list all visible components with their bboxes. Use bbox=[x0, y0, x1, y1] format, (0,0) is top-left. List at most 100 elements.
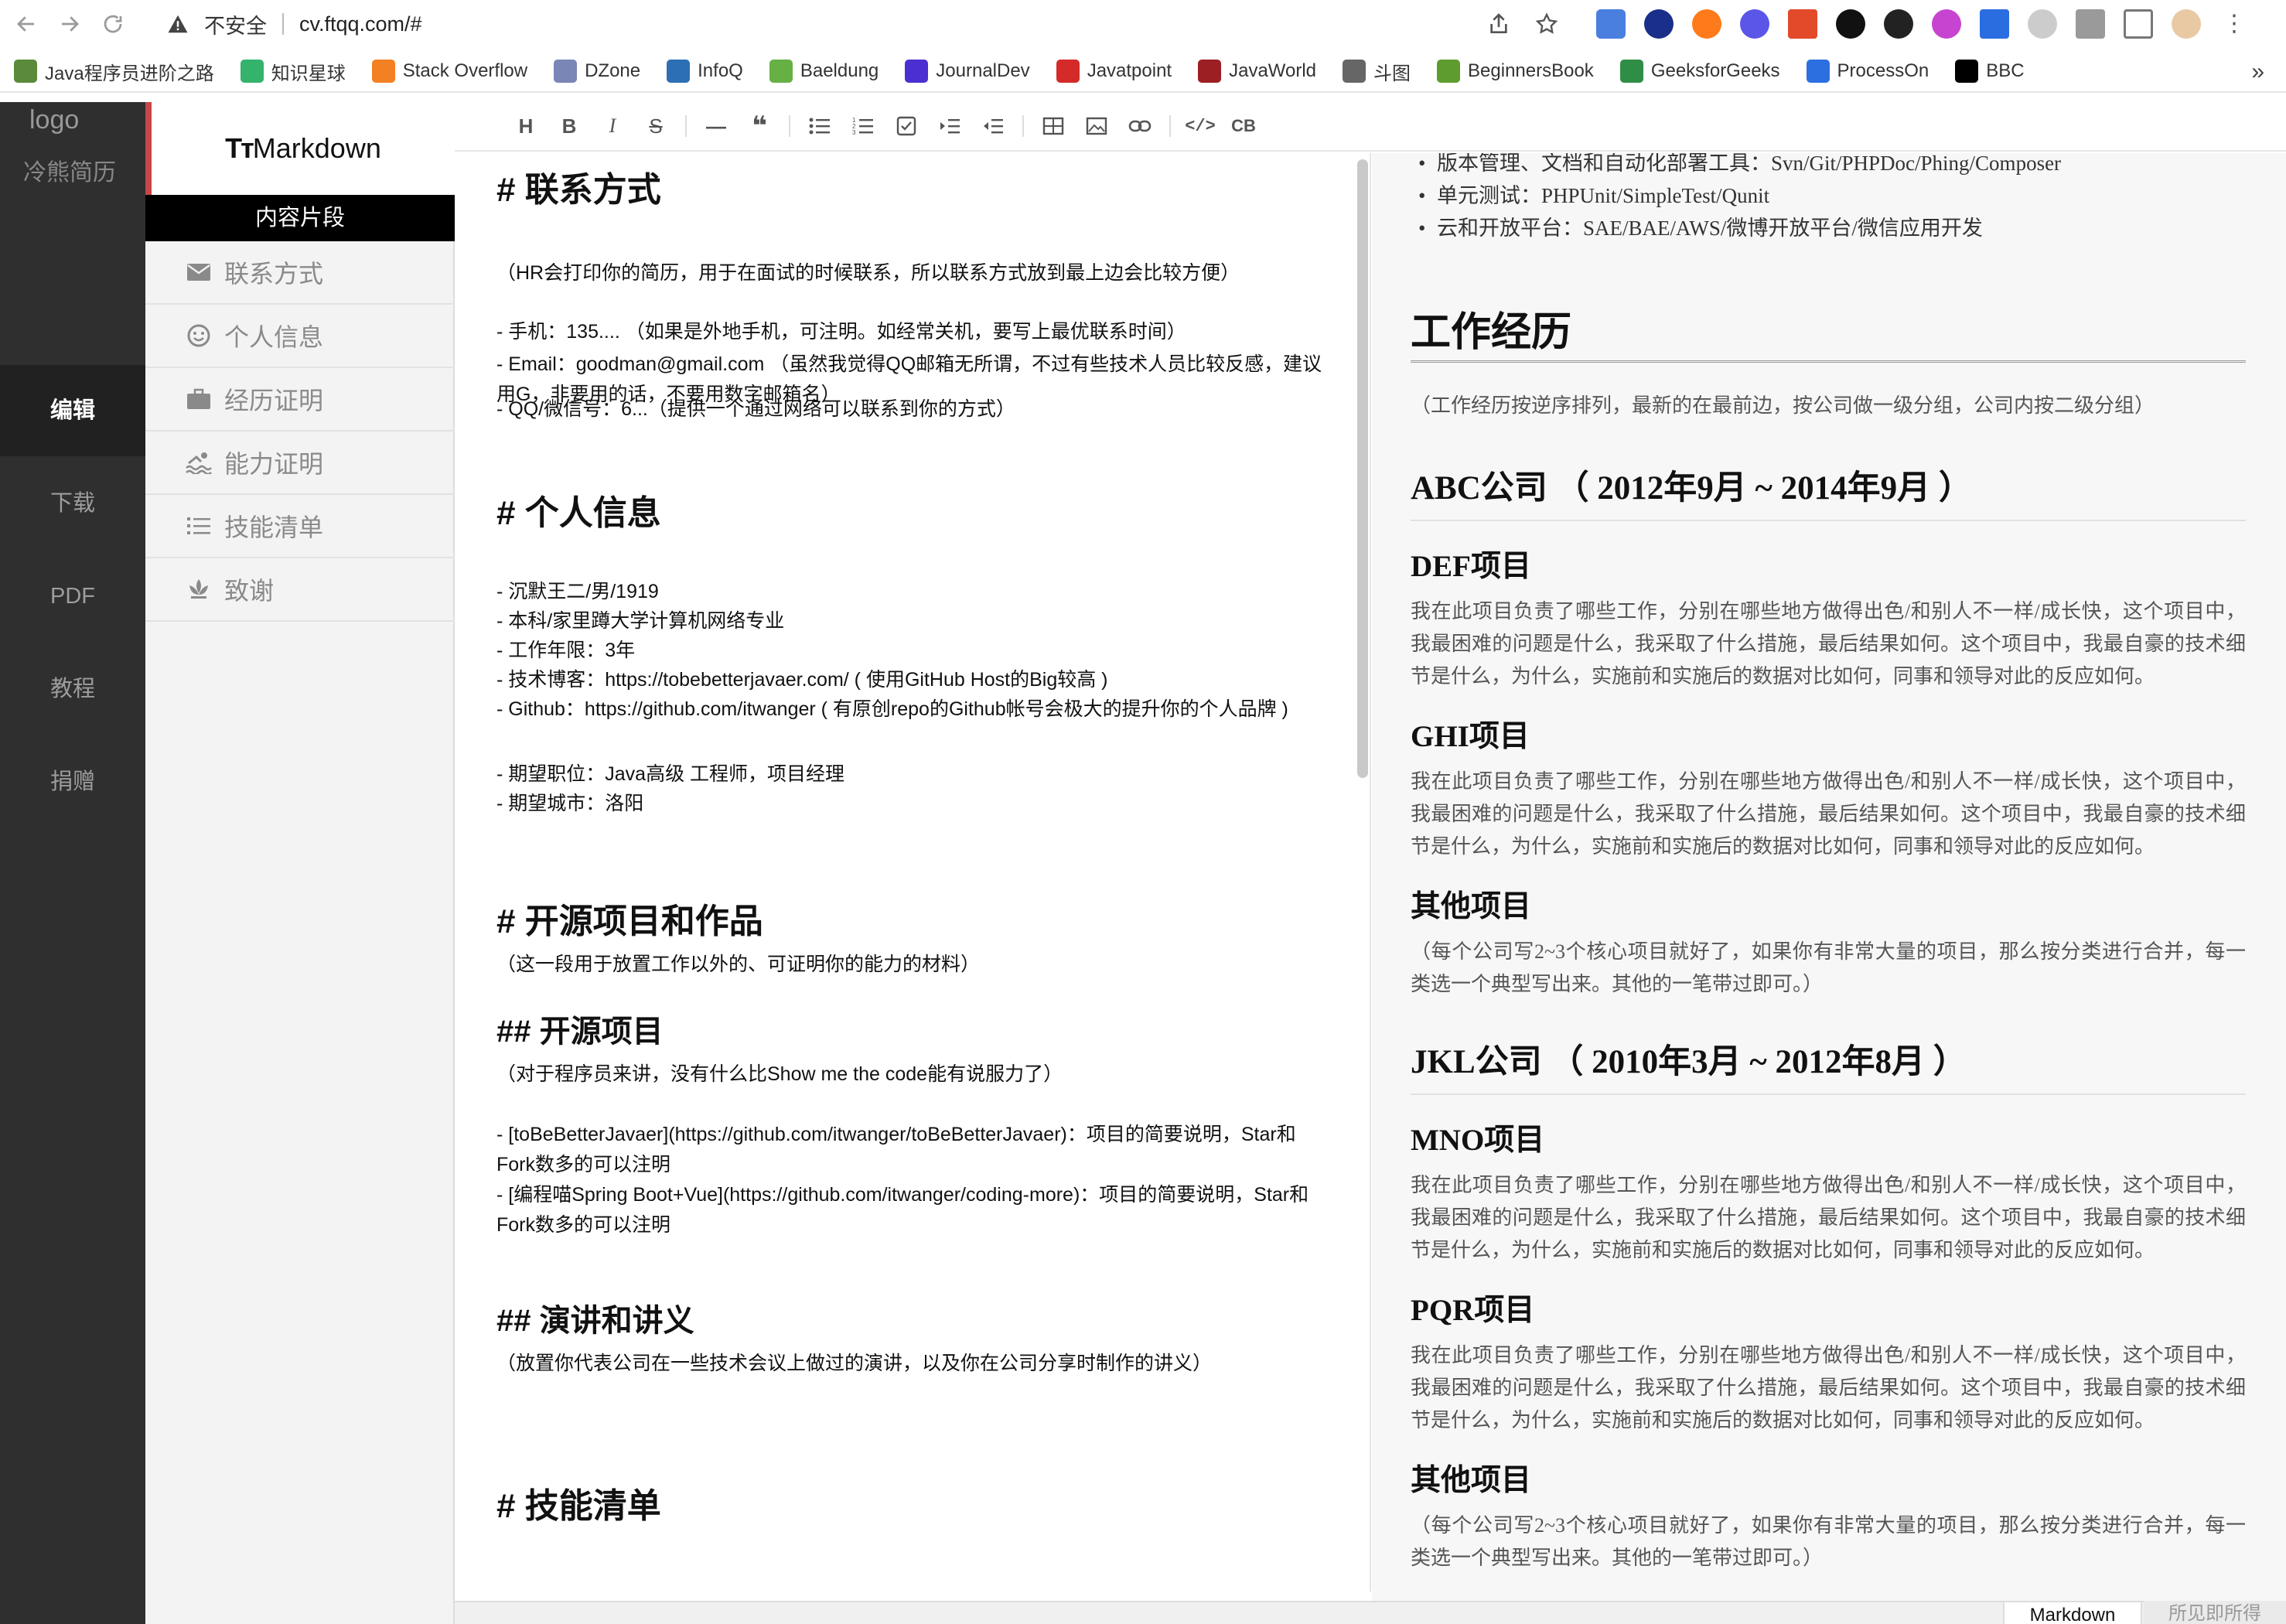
url-text[interactable]: cv.ftqq.com/# bbox=[299, 12, 422, 36]
bookmark-item[interactable]: JournalDev bbox=[905, 60, 1030, 83]
italic-button[interactable]: I bbox=[591, 111, 634, 142]
hr-button[interactable]: — bbox=[694, 111, 738, 142]
editor-heading-line: ## 开源项目 bbox=[496, 1015, 664, 1049]
outdent-button[interactable] bbox=[971, 111, 1015, 142]
share-icon[interactable] bbox=[1486, 12, 1511, 36]
extension-icon-5[interactable] bbox=[1788, 9, 1817, 39]
extension-icon-3[interactable] bbox=[1692, 9, 1721, 39]
bold-button[interactable]: B bbox=[548, 111, 591, 142]
sidebar-icon[interactable] bbox=[2124, 9, 2153, 39]
kebab-menu-icon[interactable]: ⋮ bbox=[2219, 9, 2249, 39]
avatar[interactable] bbox=[2172, 9, 2201, 39]
image-button[interactable] bbox=[1075, 111, 1118, 142]
extension-icon-8[interactable] bbox=[1932, 9, 1961, 39]
preview-heading-project: DEF项目 bbox=[1411, 550, 1532, 583]
snippet-item-experience[interactable]: 经历证明 bbox=[145, 368, 455, 432]
preview-paragraph: （工作经历按逆序排列，最新的在最前边，按公司做一级分组，公司内按二级分组） bbox=[1411, 394, 2155, 417]
heading-underline bbox=[1411, 520, 2246, 521]
indent-icon bbox=[940, 119, 960, 134]
snippet-item-ability[interactable]: 能力证明 bbox=[145, 432, 455, 495]
bookmark-label: DZone bbox=[585, 60, 641, 81]
preview-paragraph: 我在此项目负责了哪些工作，分别在哪些地方做得出色/和别人不一样/成长快，这个项目… bbox=[1411, 1174, 2246, 1261]
arrow-right-icon bbox=[62, 16, 79, 32]
snippet-item-skills[interactable]: 技能清单 bbox=[145, 495, 455, 558]
nav-item-edit[interactable]: 编辑 bbox=[0, 365, 145, 456]
snippet-item-thanks[interactable]: 致谢 bbox=[145, 558, 455, 622]
heading-button[interactable]: H bbox=[504, 111, 548, 142]
snippet-item-label: 联系方式 bbox=[224, 260, 324, 288]
nav-item-download[interactable]: 下载 bbox=[0, 458, 145, 549]
code-button[interactable]: </> bbox=[1179, 111, 1222, 142]
editor-scrollbar[interactable] bbox=[1357, 159, 1368, 778]
extension-icon-9[interactable] bbox=[1980, 9, 2009, 39]
bookmark-favicon-icon bbox=[667, 60, 691, 83]
tab-markdown[interactable]: Markdown bbox=[2003, 1601, 2142, 1624]
bookmark-item[interactable]: ProcessOn bbox=[1806, 60, 1929, 83]
nav-item-pdf[interactable]: PDF bbox=[0, 551, 145, 642]
bullet-list-icon bbox=[809, 118, 830, 135]
bookmark-label: InfoQ bbox=[698, 60, 743, 81]
editor-text-line: - 手机：135.... （如果是外地手机，可注明。如经常关机，要写上最优联系时… bbox=[496, 321, 1186, 343]
link-button[interactable] bbox=[1118, 111, 1162, 142]
editor-text-line: - 期望城市：洛阳 bbox=[496, 793, 644, 814]
extension-icon-7[interactable] bbox=[1884, 9, 1913, 39]
translate-extension-icon[interactable] bbox=[1596, 9, 1626, 39]
extension-icon-4[interactable] bbox=[1740, 9, 1769, 39]
bookmark-favicon-icon bbox=[1437, 60, 1461, 83]
bookmark-item[interactable]: DZone bbox=[554, 60, 640, 83]
star-icon[interactable] bbox=[1534, 12, 1559, 36]
bookmark-favicon-icon bbox=[14, 60, 37, 83]
extension-icon-6[interactable] bbox=[1836, 9, 1865, 39]
ol-button[interactable]: 123 bbox=[841, 111, 885, 142]
bookmark-item[interactable]: GeeksforGeeks bbox=[1619, 60, 1780, 83]
editor-text-line: - QQ/微信号：6...（提供一个通过网络可以联系到你的方式） bbox=[496, 398, 1015, 420]
address-bar[interactable]: 不安全 cv.ftqq.com/# bbox=[162, 5, 1547, 43]
bookmark-item[interactable]: 斗图 bbox=[1343, 58, 1411, 85]
snippet-item-personal[interactable]: 个人信息 bbox=[145, 305, 455, 368]
bookmark-item[interactable]: Baeldung bbox=[769, 60, 879, 83]
bookmark-item[interactable]: Javatpoint bbox=[1056, 60, 1172, 83]
nav-item-donate[interactable]: 捐赠 bbox=[0, 736, 145, 827]
codeblock-button[interactable]: CB bbox=[1222, 111, 1265, 142]
bookmark-item[interactable]: Stack Overflow bbox=[371, 60, 528, 83]
preview-heading-work: 工作经历 bbox=[1411, 310, 1572, 355]
preview-heading-project: PQR项目 bbox=[1411, 1294, 1535, 1327]
table-button[interactable] bbox=[1032, 111, 1075, 142]
bookmark-item[interactable]: InfoQ bbox=[667, 60, 743, 83]
bookmark-label: JournalDev bbox=[936, 60, 1030, 81]
bookmarks-overflow-icon[interactable]: » bbox=[2251, 59, 2264, 85]
extension-icon-10[interactable] bbox=[2028, 9, 2057, 39]
markdown-logo-text: Markdown bbox=[252, 132, 381, 164]
back-button[interactable] bbox=[5, 0, 48, 48]
editor-text-line: - 工作年限：3年 bbox=[496, 640, 636, 661]
editor-text-line: - [编程喵Spring Boot+Vue](https://github.co… bbox=[496, 1184, 1309, 1236]
strike-button[interactable]: S bbox=[634, 111, 677, 142]
bookmark-item[interactable]: 知识星球 bbox=[240, 58, 346, 85]
editor-heading-line: # 开源项目和作品 bbox=[496, 902, 763, 940]
preview-pane: 版本管理、文档和自动化部署工具：Svn/Git/PHPDoc/Phing/Com… bbox=[1372, 153, 2286, 1601]
snippet-item-contact[interactable]: 联系方式 bbox=[145, 241, 455, 305]
indent-button[interactable] bbox=[928, 111, 971, 142]
heading-underline bbox=[1411, 360, 2246, 363]
reload-button[interactable] bbox=[91, 0, 135, 48]
bookmark-item[interactable]: JavaWorld bbox=[1198, 60, 1316, 83]
bookmark-item[interactable]: BeginnersBook bbox=[1437, 60, 1594, 83]
editor-text-line: - 沉默王二/男/1919 bbox=[496, 581, 659, 602]
editor-text-line: - 本科/家里蹲大学计算机网络专业 bbox=[496, 610, 785, 632]
extension-icon-2[interactable] bbox=[1644, 9, 1674, 39]
bookmark-item[interactable]: Java程序员进阶之路 bbox=[14, 58, 214, 85]
bookmark-item[interactable]: BBC bbox=[1955, 60, 2025, 83]
bookmark-label: Stack Overflow bbox=[402, 60, 528, 81]
quote-button[interactable]: ❝ bbox=[738, 111, 781, 142]
nav-item-tutorial[interactable]: 教程 bbox=[0, 643, 145, 735]
ul-button[interactable] bbox=[798, 111, 841, 142]
toolbar-divider bbox=[789, 115, 790, 137]
app: logo 冷熊简历 编辑 下载 PDF 教程 捐赠 Tт Markdown 内容… bbox=[0, 102, 2286, 1624]
task-button[interactable] bbox=[885, 111, 928, 142]
tab-wysiwyg[interactable]: 所见即所得 bbox=[2144, 1601, 2286, 1624]
markdown-editor[interactable]: # 联系方式 （HR会打印你的简历，用于在面试的时候联系，所以联系方式放到最上边会… bbox=[455, 153, 1371, 1592]
puzzle-icon[interactable] bbox=[2076, 9, 2105, 39]
forward-button[interactable] bbox=[48, 0, 91, 48]
bookmark-favicon-icon bbox=[1806, 60, 1830, 83]
bookmark-label: BeginnersBook bbox=[1468, 60, 1594, 81]
